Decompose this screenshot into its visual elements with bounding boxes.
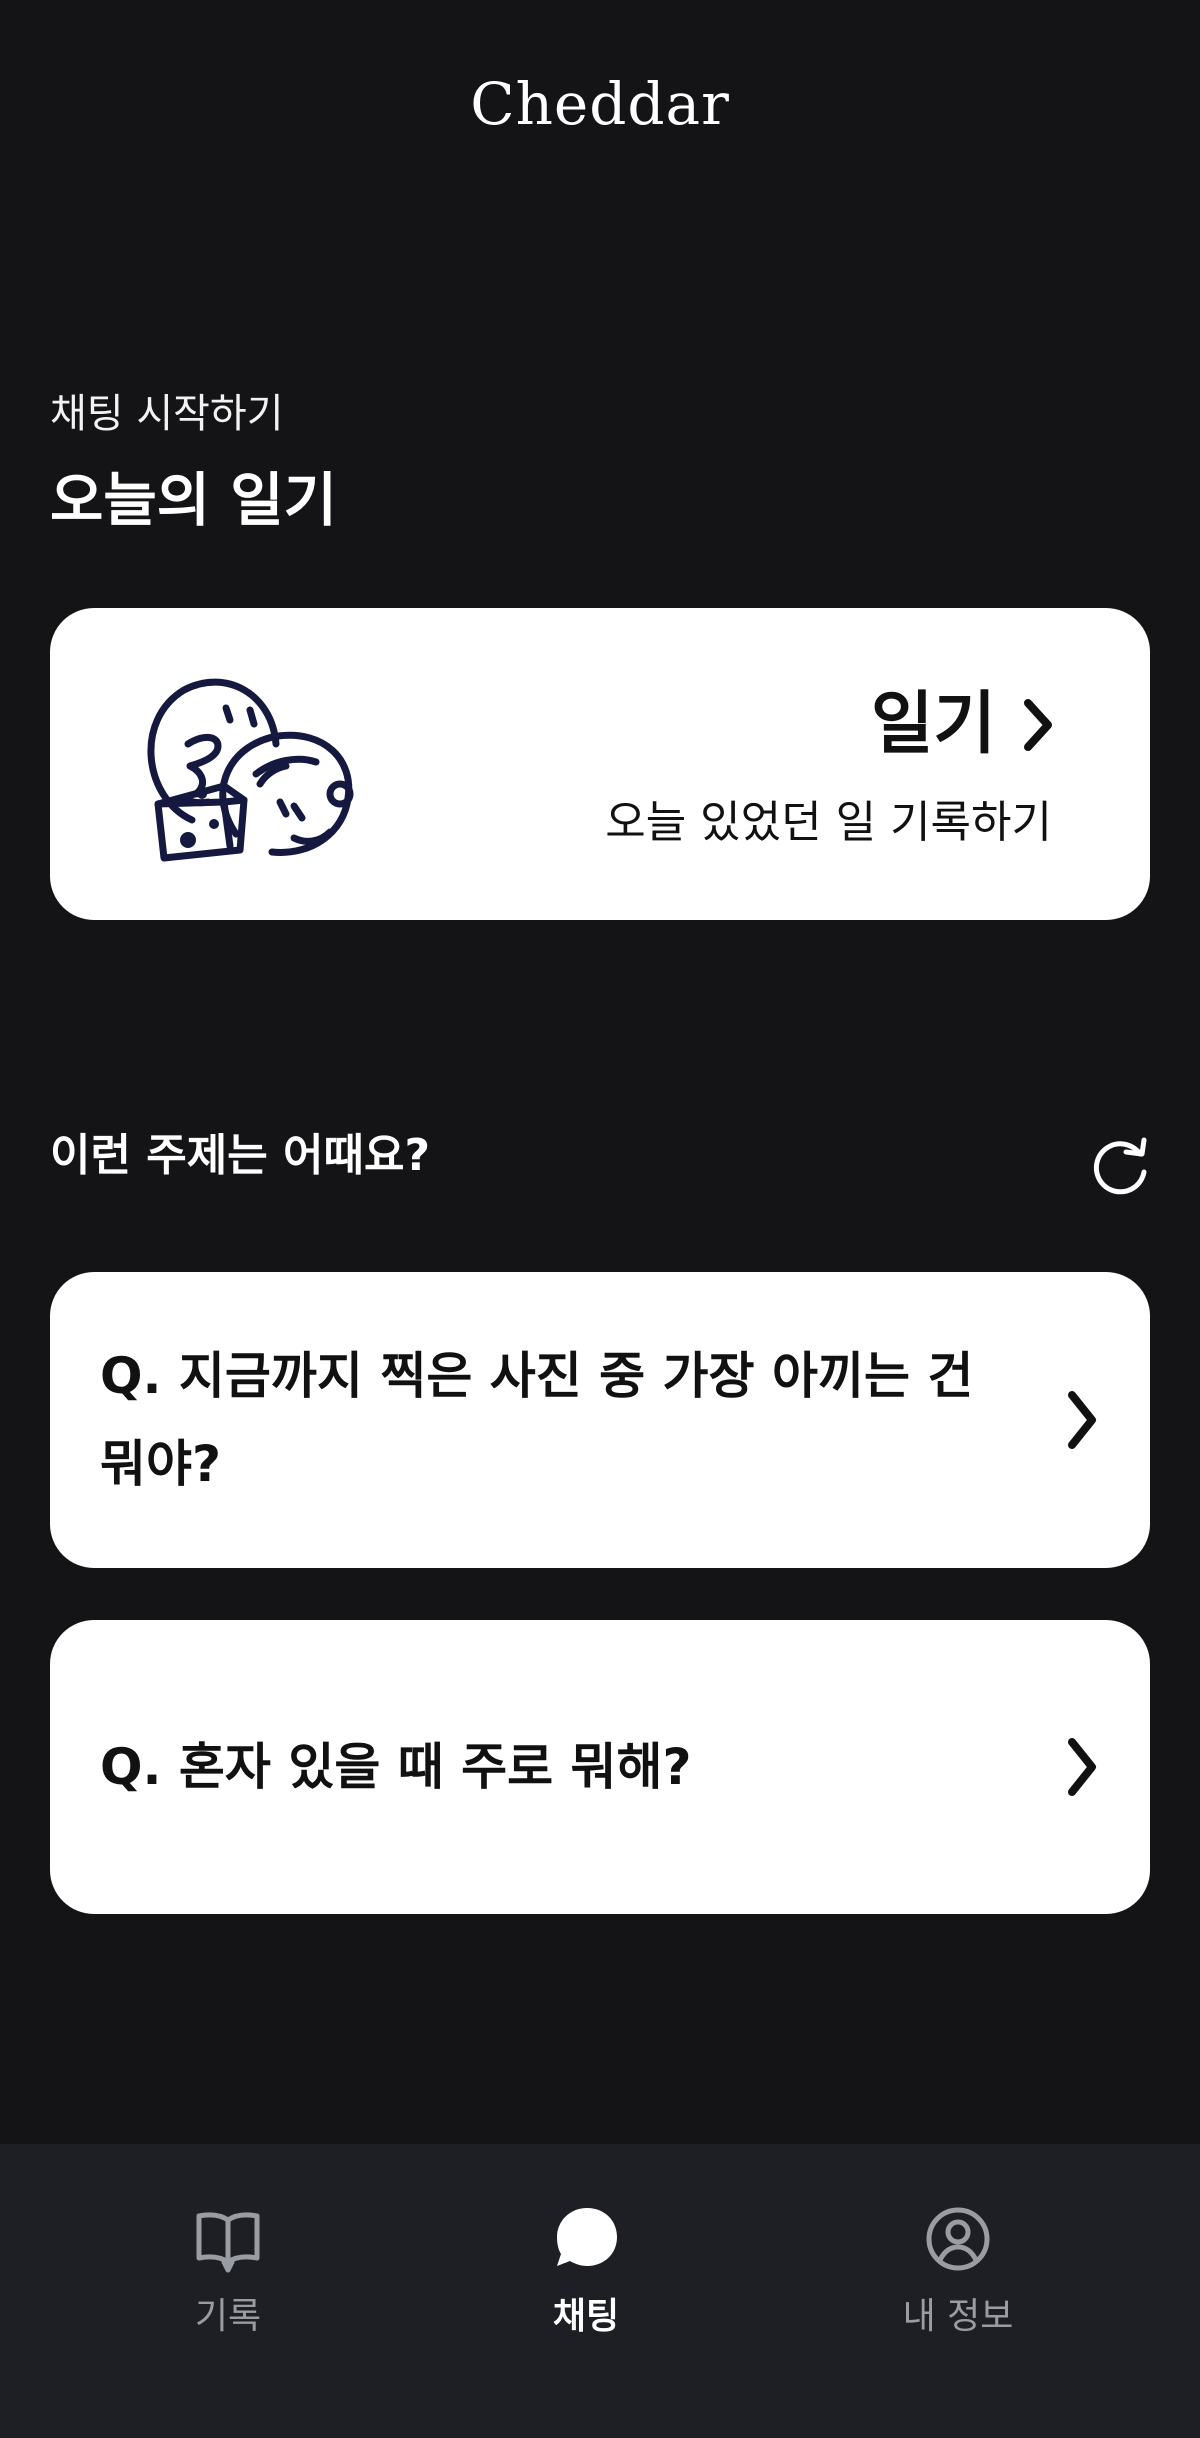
diary-title: 일기 xyxy=(870,685,996,764)
faces-and-cheese-illustration xyxy=(147,678,354,862)
book-icon xyxy=(196,2212,260,2273)
nav-item-chat[interactable]: 채팅 xyxy=(436,2144,736,2438)
chevron-right-icon xyxy=(1068,1738,1096,1796)
question-text: Q. 혼자 있을 때 주로 뭐해? xyxy=(100,1738,692,1796)
nav-label-records: 기록 xyxy=(194,2296,262,2337)
nav-item-records[interactable]: 기록 xyxy=(78,2144,378,2438)
nav-label-profile: 내 정보 xyxy=(902,2296,1014,2337)
question-card[interactable]: Q. 혼자 있을 때 주로 뭐해? xyxy=(50,1620,1150,1914)
profile-icon xyxy=(926,2207,990,2271)
topics-title: 이런 주제는 어때요? xyxy=(50,1130,430,1181)
question-text: Q. 지금까지 찍은 사진 중 가장 아끼는 건 뭐야? xyxy=(100,1347,974,1493)
app-title: Cheddar xyxy=(470,70,730,138)
page-title: 오늘의 일기 xyxy=(50,466,337,534)
diary-title-row: 일기 xyxy=(871,680,1058,770)
refresh-icon[interactable] xyxy=(1086,1134,1152,1200)
chat-bubble-icon xyxy=(557,2208,617,2266)
chevron-right-icon xyxy=(1024,699,1052,751)
bottom-nav: 기록 채팅 내 정보 xyxy=(0,2144,1200,2438)
nav-label-chat: 채팅 xyxy=(552,2296,620,2337)
section-subtitle: 채팅 시작하기 xyxy=(50,391,284,437)
chevron-right-icon xyxy=(1068,1391,1096,1449)
diary-card[interactable]: 일기 오늘 있었던 일 기록하기 xyxy=(50,608,1150,920)
diary-description: 오늘 있었던 일 기록하기 xyxy=(605,797,1052,848)
question-card[interactable]: Q. 지금까지 찍은 사진 중 가장 아끼는 건 뭐야? xyxy=(50,1272,1150,1568)
nav-item-profile[interactable]: 내 정보 xyxy=(808,2144,1108,2438)
